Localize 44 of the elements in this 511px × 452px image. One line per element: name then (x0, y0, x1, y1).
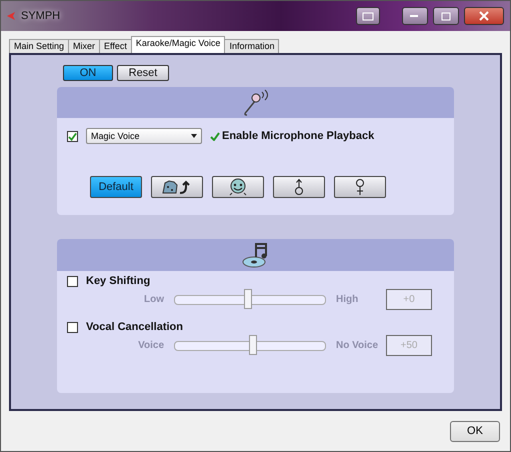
window-title: SYMPH (21, 10, 62, 22)
minimize-button[interactable] (402, 7, 428, 25)
slider-thumb[interactable] (244, 289, 252, 309)
slider-thumb[interactable] (249, 335, 258, 355)
tab[interactable]: Effect (99, 39, 132, 53)
voice-preset-button[interactable] (273, 176, 325, 198)
option-label: Vocal Cancellation (86, 321, 183, 333)
power-toggle[interactable]: ON (63, 65, 113, 81)
slider-min-label: Voice (137, 340, 164, 350)
slider-max-label: High (336, 294, 360, 304)
smiley-face-icon (227, 178, 249, 196)
voice-preset-button[interactable] (334, 176, 386, 198)
check-icon (68, 132, 77, 140)
reset-button[interactable]: Reset (117, 65, 169, 81)
maximize-icon (441, 12, 451, 20)
female-symbol-icon (354, 178, 366, 196)
tab[interactable]: Mixer (68, 39, 100, 53)
preset-button[interactable]: Default (90, 176, 142, 198)
close-icon (479, 11, 489, 21)
check-icon (210, 132, 220, 140)
playback-option[interactable]: Enable Microphone Playback (210, 130, 374, 142)
ok-button[interactable]: OK (450, 420, 500, 442)
slider-track[interactable] (174, 288, 326, 310)
option-label: Key Shifting (86, 275, 150, 287)
slider-min-label: Low (143, 294, 164, 304)
checkbox[interactable] (67, 276, 78, 286)
app-logo-icon (7, 12, 16, 20)
maximize-button[interactable] (433, 7, 459, 25)
magic-voice-checkbox[interactable] (67, 130, 78, 142)
voice-dropdown[interactable]: Magic Voice (86, 128, 202, 144)
checkbox[interactable] (67, 322, 78, 332)
screen-button[interactable] (356, 7, 380, 25)
tab[interactable]: Information (224, 39, 280, 53)
male-symbol-icon (294, 178, 304, 196)
screen-icon (362, 12, 374, 20)
close-button[interactable] (464, 7, 504, 25)
tab[interactable]: Karaoke/Magic Voice (130, 36, 226, 53)
slider-track[interactable] (174, 334, 326, 356)
minimize-icon (410, 14, 420, 18)
voice-preset-button[interactable] (151, 176, 203, 198)
dropdown-arrow-icon (191, 134, 197, 138)
tab[interactable]: Main Setting (9, 39, 70, 53)
slider-max-label: No Voice (336, 340, 380, 350)
voice-preset-button[interactable] (212, 176, 264, 198)
